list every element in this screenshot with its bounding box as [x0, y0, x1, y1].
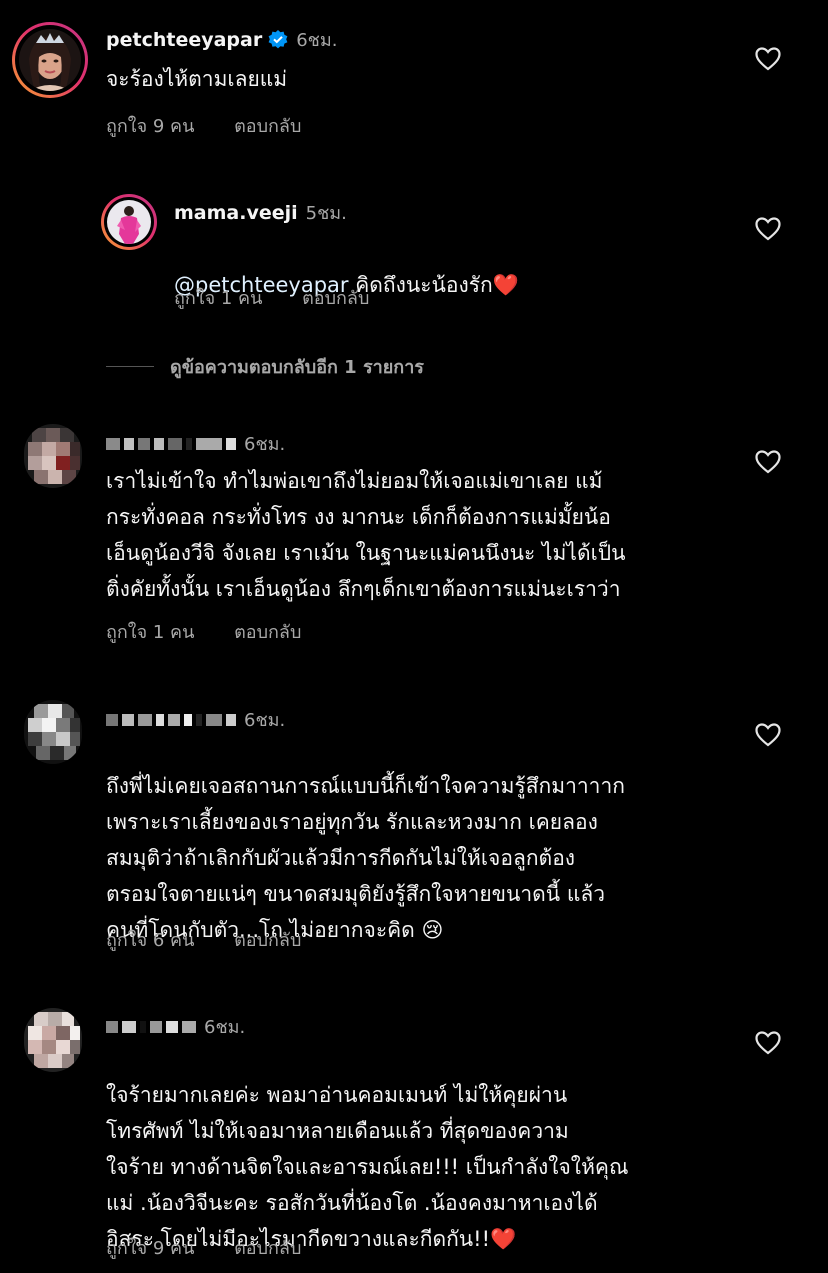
comment-body: คิดถึงนะน้องรัก — [348, 273, 493, 297]
comment-item: petchteeyapar 6ชม. จะร้องไห้ตามเลยแม่ ถู… — [0, 0, 828, 160]
comment-header: petchteeyapar 6ชม. — [106, 25, 337, 54]
reply-button[interactable]: ตอบกลับ — [302, 283, 369, 312]
comment-header: 6ชม. — [106, 705, 285, 734]
heart-outline-icon[interactable] — [755, 450, 781, 474]
reply-button[interactable]: ตอบกลับ — [234, 111, 301, 140]
comment-body: ถึงพี่ไม่เคยเจอสถานการณ์แบบนี้ก็เข้าใจคว… — [106, 774, 625, 942]
comment-header: 6ชม. — [106, 429, 285, 458]
comment-text: เราไม่เข้าใจ ทำไมพ่อเขาถึงไม่ยอมให้เจอแม… — [106, 469, 626, 601]
likes-count[interactable]: ถูกใจ 9 คน — [106, 111, 194, 140]
comment-actions: ถูกใจ 9 คน ตอบกลับ — [106, 111, 301, 140]
likes-count[interactable]: ถูกใจ 9 คน — [106, 1233, 194, 1262]
comment-actions: ถูกใจ 1 คน ตอบกลับ — [106, 617, 301, 646]
verified-badge-icon — [268, 29, 288, 48]
divider-line — [106, 366, 154, 367]
heart-outline-icon[interactable] — [755, 47, 781, 71]
comment-text: ใจร้ายมากเลยค่ะ พอมาอ่านคอมเมนท์ ไม่ให้ค… — [106, 1041, 628, 1257]
avatar[interactable] — [12, 22, 88, 98]
crying-face-emoji: 😢 — [421, 918, 444, 942]
timestamp: 6ชม. — [296, 30, 338, 51]
comment-header: 6ชม. — [106, 1012, 245, 1041]
likes-count[interactable]: ถูกใจ 6 คน — [106, 925, 194, 954]
comment-item: 6ชม. เราไม่เข้าใจ ทำไมพ่อเขาถึงไม่ยอมให้… — [0, 410, 828, 650]
timestamp: 6ชม. — [244, 710, 286, 731]
likes-count[interactable]: ถูกใจ 1 คน — [106, 617, 194, 646]
reply-item: mama.veeji 5ชม. @petchteeyapar คิดถึงนะน… — [0, 170, 828, 320]
heart-outline-icon[interactable] — [755, 723, 781, 747]
red-heart-emoji: ❤️ — [490, 1227, 517, 1251]
view-more-replies-button[interactable]: ดูข้อความตอบกลับอีก 1 รายการ — [106, 352, 424, 381]
blurred-username[interactable] — [106, 1020, 196, 1033]
comment-header: mama.veeji 5ชม. — [174, 198, 347, 227]
timestamp: 6ชม. — [204, 1017, 246, 1038]
reply-button[interactable]: ตอบกลับ — [234, 617, 301, 646]
likes-count[interactable]: ถูกใจ 1 คน — [174, 283, 262, 312]
avatar[interactable] — [24, 1008, 82, 1072]
avatar[interactable] — [24, 424, 82, 488]
comment-item: 6ชม. ถึงพี่ไม่เคยเจอสถานการณ์แบบนี้ก็เข้… — [0, 690, 828, 960]
avatar[interactable] — [101, 194, 157, 250]
comment-text: จะร้องไห้ตามเลยแม่ — [106, 67, 288, 91]
timestamp: 5ชม. — [305, 203, 347, 224]
blurred-username[interactable] — [106, 713, 236, 726]
reply-button[interactable]: ตอบกลับ — [234, 1233, 301, 1262]
comment-body: ใจร้ายมากเลยค่ะ พอมาอ่านคอมเมนท์ ไม่ให้ค… — [106, 1083, 629, 1251]
heart-outline-icon[interactable] — [755, 1031, 781, 1055]
comment-actions: ถูกใจ 6 คน ตอบกลับ — [106, 925, 301, 954]
heart-outline-icon[interactable] — [755, 217, 781, 241]
username[interactable]: mama.veeji — [174, 202, 298, 224]
timestamp: 6ชม. — [244, 434, 286, 455]
red-heart-emoji: ❤️ — [492, 273, 519, 297]
blurred-username[interactable] — [106, 437, 236, 450]
username[interactable]: petchteeyapar — [106, 29, 262, 51]
comment-actions: ถูกใจ 1 คน ตอบกลับ — [174, 283, 369, 312]
comment-item: 6ชม. ใจร้ายมากเลยค่ะ พอมาอ่านคอมเมนท์ ไม… — [0, 1000, 828, 1273]
view-more-replies-label: ดูข้อความตอบกลับอีก 1 รายการ — [170, 357, 424, 378]
avatar[interactable] — [24, 700, 82, 764]
comment-actions: ถูกใจ 9 คน ตอบกลับ — [106, 1233, 301, 1262]
comment-text: ถึงพี่ไม่เคยเจอสถานการณ์แบบนี้ก็เข้าใจคว… — [106, 732, 625, 948]
reply-button[interactable]: ตอบกลับ — [234, 925, 301, 954]
